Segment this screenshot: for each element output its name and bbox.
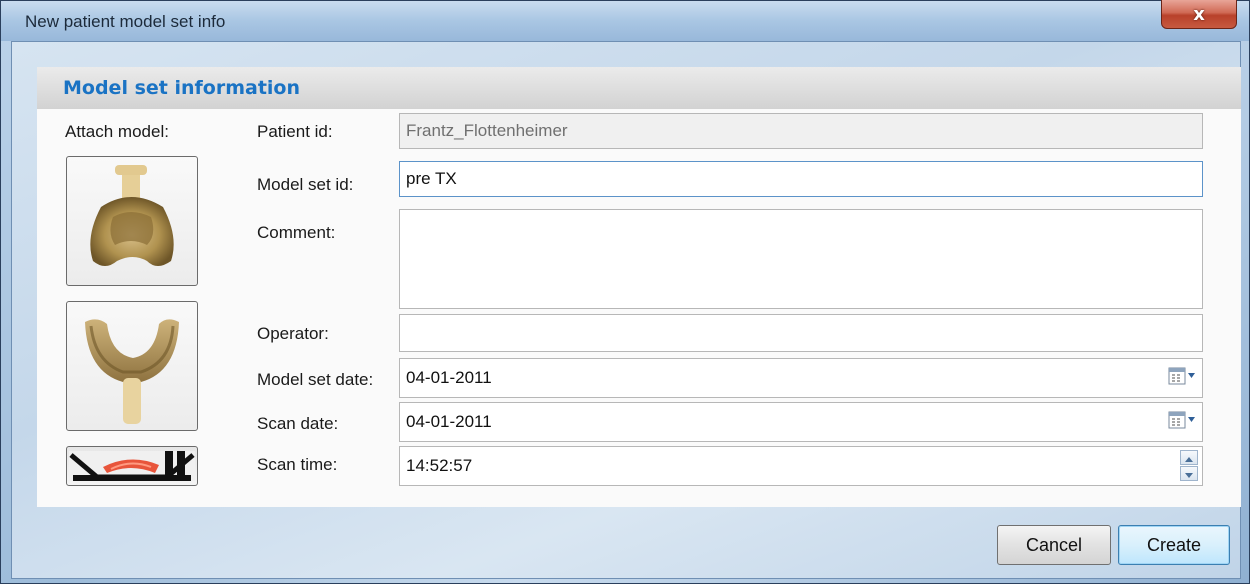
scan-date-picker[interactable]: 04-01-2011 — [399, 402, 1203, 442]
upper-model-button[interactable] — [66, 156, 198, 286]
model-set-id-field[interactable]: pre TX — [399, 161, 1203, 197]
lower-jaw-model-icon — [85, 319, 179, 424]
calendar-dropdown-icon[interactable] — [1168, 367, 1196, 385]
model-set-id-value: pre TX — [406, 169, 457, 188]
close-icon: x — [1193, 3, 1205, 25]
scan-time-field[interactable]: 14:52:57 — [399, 446, 1203, 486]
down-arrow-icon — [1185, 473, 1193, 478]
upper-jaw-model-icon — [90, 165, 174, 266]
title-bar[interactable]: New patient model set info x — [1, 0, 1249, 41]
spin-up-button[interactable] — [1180, 450, 1198, 465]
model-set-id-label: Model set id: — [257, 175, 354, 194]
model-set-date-label: Model set date: — [257, 370, 374, 389]
operator-label: Operator: — [257, 324, 329, 343]
time-spinner-icon[interactable] — [1180, 450, 1198, 481]
window-title: New patient model set info — [25, 12, 226, 31]
comment-label: Comment: — [257, 223, 336, 242]
calendar-dropdown-icon[interactable] — [1168, 411, 1196, 429]
scan-time-value: 14:52:57 — [406, 456, 473, 475]
operator-field[interactable] — [399, 314, 1203, 352]
patient-id-label: Patient id: — [257, 122, 333, 141]
dialog-window: New patient model set info x Model set i… — [0, 0, 1250, 584]
create-button[interactable]: Create — [1118, 525, 1230, 565]
patient-id-value: Frantz_Flottenheimer — [406, 121, 568, 140]
cancel-button[interactable]: Cancel — [997, 525, 1111, 565]
model-set-date-picker[interactable]: 04-01-2011 — [399, 358, 1203, 398]
spin-down-button[interactable] — [1180, 466, 1198, 481]
attach-model-label: Attach model: — [65, 122, 169, 141]
lower-model-button[interactable] — [66, 301, 198, 431]
comment-field[interactable] — [399, 209, 1203, 309]
section-header: Model set information — [37, 67, 1241, 109]
scan-date-label: Scan date: — [257, 414, 339, 433]
close-button[interactable]: x — [1161, 0, 1237, 29]
bite-scan-icon — [69, 451, 195, 481]
section-title: Model set information — [63, 77, 300, 99]
bite-scan-button[interactable] — [66, 446, 198, 486]
scan-time-label: Scan time: — [257, 455, 338, 474]
up-arrow-icon — [1185, 457, 1193, 462]
patient-id-field[interactable]: Frantz_Flottenheimer — [399, 113, 1203, 149]
scan-date-value: 04-01-2011 — [406, 412, 492, 431]
model-set-date-value: 04-01-2011 — [406, 368, 492, 387]
